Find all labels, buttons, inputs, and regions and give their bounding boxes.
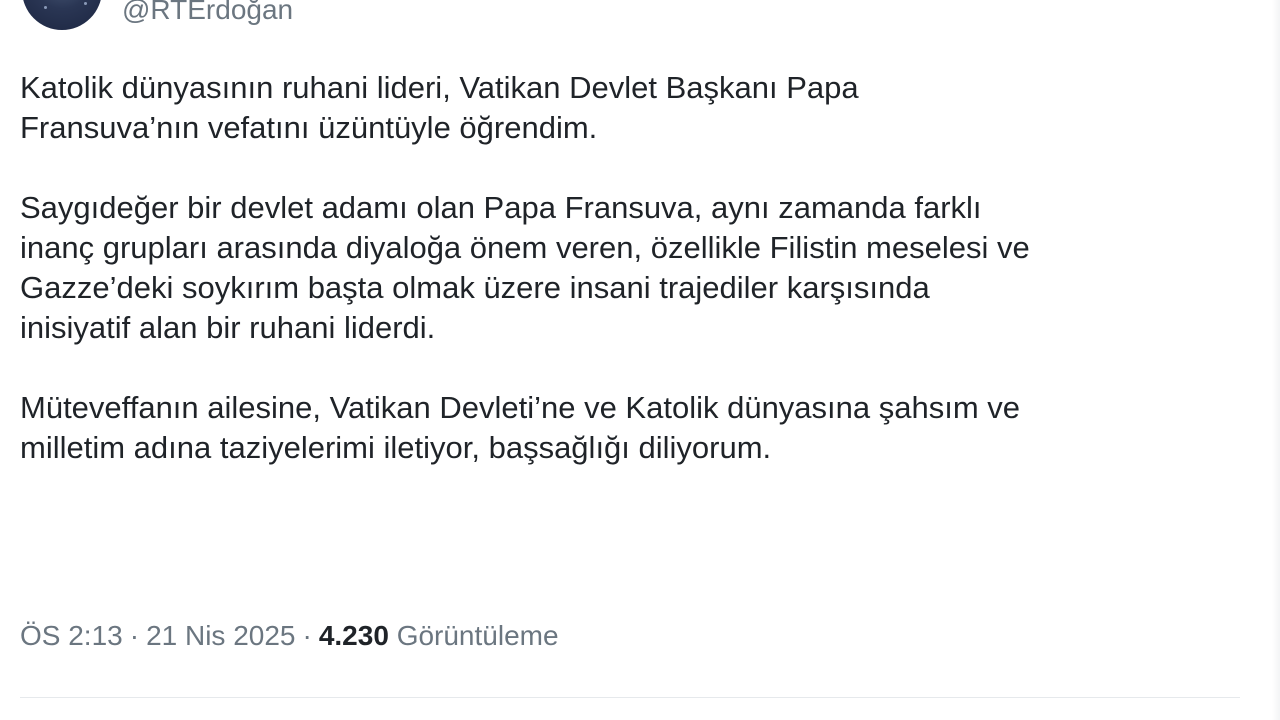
tweet-date[interactable]: 21 Nis 2025 (146, 620, 295, 651)
tweet-line: Saygıdeğer bir devlet adamı olan Papa Fr… (20, 190, 982, 225)
tweet-line: Katolik dünyasının ruhani lideri, Vatika… (20, 70, 859, 105)
tweet-line: milletim adına taziyelerimi iletiyor, ba… (20, 430, 772, 465)
tweet-paragraph: Müteveffanın ailesine, Vatikan Devleti’n… (20, 388, 1260, 468)
meta-separator: · (302, 620, 312, 651)
views-count[interactable]: 4.230 (319, 620, 389, 651)
tweet-paragraph: Saygıdeğer bir devlet adamı olan Papa Fr… (20, 188, 1260, 348)
avatar-detail (84, 2, 87, 5)
tweet-line: Gazze’deki soykırım başta olmak üzere in… (20, 270, 930, 305)
tweet-line: Müteveffanın ailesine, Vatikan Devleti’n… (20, 390, 1021, 425)
tweet-metadata: ÖS 2:13 · 21 Nis 2025 · 4.230 Görüntüleme (20, 618, 559, 654)
tweet-time[interactable]: ÖS 2:13 (20, 620, 123, 651)
avatar-detail (44, 6, 47, 9)
tweet-text: Katolik dünyasının ruhani lideri, Vatika… (20, 68, 1260, 468)
divider (20, 697, 1240, 698)
views-label: Görüntüleme (396, 620, 559, 651)
page-edge (1272, 0, 1280, 720)
meta-separator: · (129, 620, 140, 651)
tweet-line: Fransuva’nın vefatını üzüntüyle öğrendim… (20, 110, 598, 145)
author-avatar[interactable] (22, 0, 102, 30)
tweet-detail-view: @RTErdoğan Katolik dünyasının ruhani lid… (0, 0, 1280, 720)
tweet-line: inanç grupları arasında diyaloğa önem ve… (20, 230, 1030, 265)
author-handle[interactable]: @RTErdoğan (122, 0, 293, 26)
tweet-line: inisiyatif alan bir ruhani liderdi. (20, 310, 436, 345)
tweet-paragraph: Katolik dünyasının ruhani lideri, Vatika… (20, 68, 1260, 148)
